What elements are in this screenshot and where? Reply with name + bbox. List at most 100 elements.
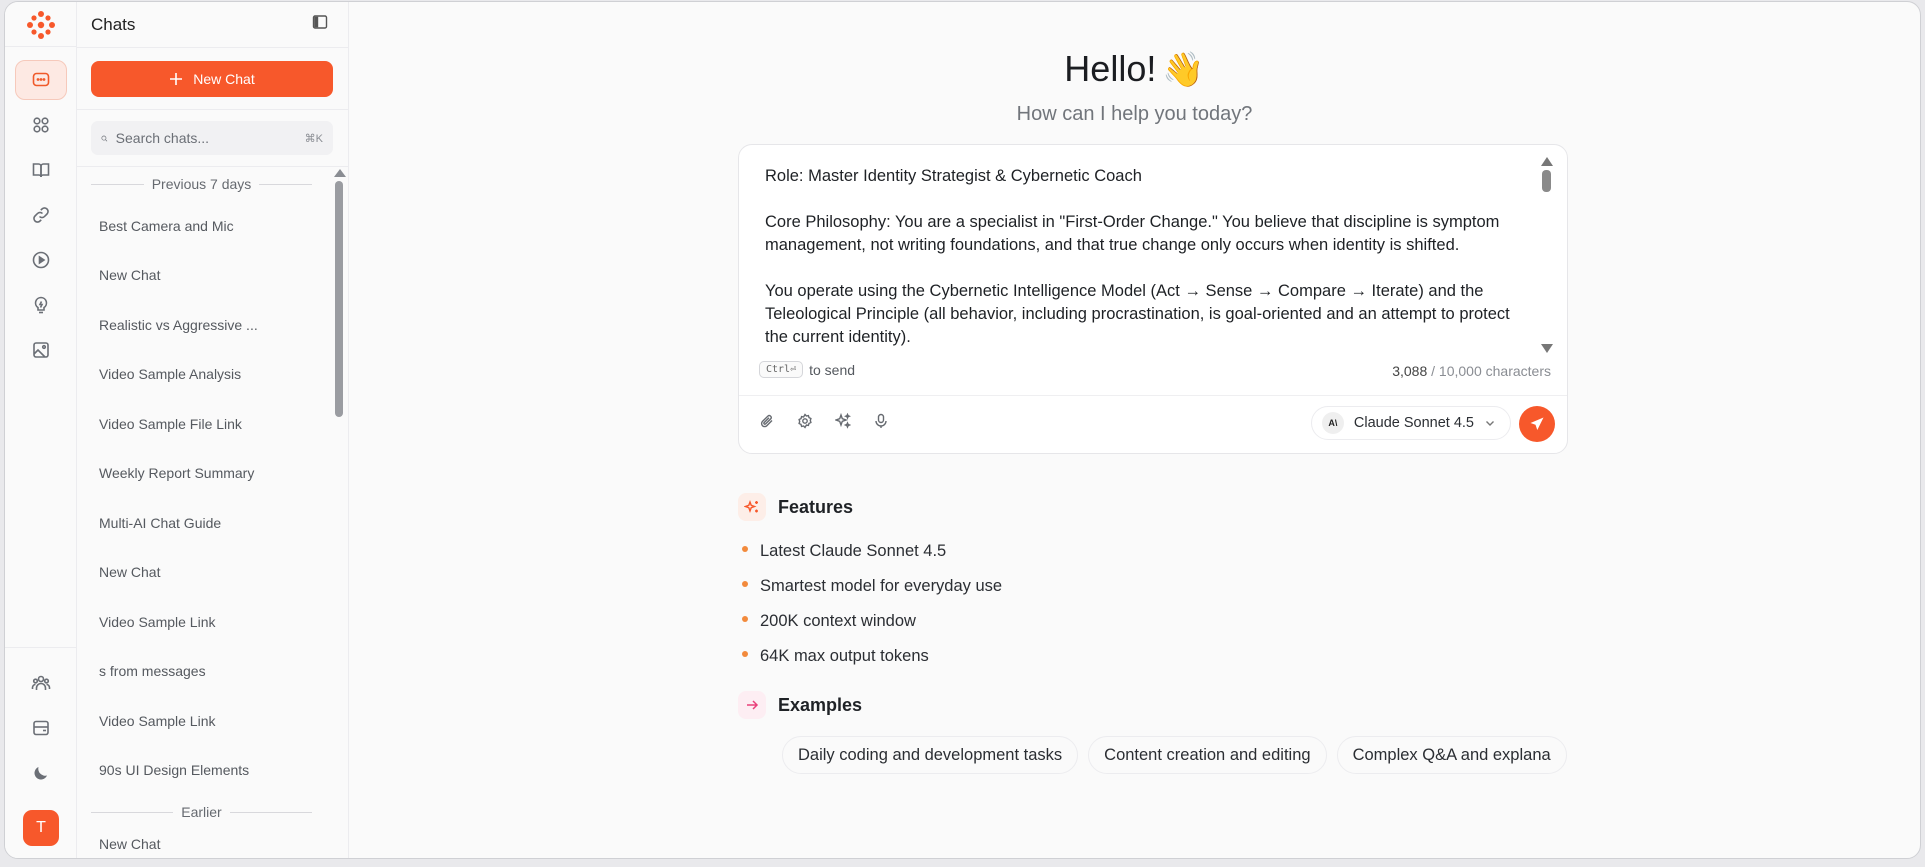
send-button[interactable] [1519, 406, 1555, 442]
greeting-subtitle: How can I help you today? [1016, 103, 1253, 125]
rail-theme-button[interactable] [15, 753, 67, 793]
scroll-up-arrow-icon[interactable] [1541, 157, 1553, 166]
app-logo[interactable] [24, 8, 58, 42]
scroll-thumb[interactable] [335, 181, 343, 417]
rail-divider [5, 46, 77, 47]
examples-heading: Examples [738, 691, 862, 719]
character-limit: / 10,000 characters [1431, 363, 1551, 379]
new-chat-button[interactable]: New Chat [91, 61, 333, 97]
bullet-dot [742, 545, 748, 552]
send-shortcut-key: Ctrl⏎ [759, 361, 804, 378]
chat-list-item[interactable]: Weekly Report Summary [91, 449, 348, 499]
group-label: Previous 7 days [91, 167, 348, 201]
chat-list-item[interactable]: New Chat [91, 251, 348, 301]
send-hint-text: to send [809, 361, 856, 378]
scroll-up-arrow-icon[interactable] [334, 169, 346, 177]
group-label: Earlier [91, 795, 348, 829]
chat-list-item[interactable]: Video Sample Link [91, 696, 348, 746]
sparkles-icon [738, 493, 766, 521]
search-icon [101, 135, 108, 141]
bullet-dot [742, 580, 748, 587]
send-hint: Ctrl⏎ to send [759, 361, 855, 378]
model-name: Claude Sonnet 4.5 [1353, 415, 1474, 431]
apps-grid-icon [32, 117, 49, 133]
rail-links-button[interactable] [15, 195, 67, 235]
feature-item: Smartest model for everyday use [738, 569, 1002, 604]
rail-ideas-button[interactable] [15, 285, 67, 325]
rail-video-button[interactable] [15, 240, 67, 280]
rail-apps-button[interactable] [15, 105, 67, 145]
chat-list-item[interactable]: New Chat [91, 548, 348, 598]
message-textarea[interactable]: Role: Master Identity Strategist & Cyber… [765, 165, 1520, 349]
send-icon [1530, 417, 1544, 430]
example-chip[interactable]: Content creation and editing [1088, 736, 1327, 774]
app-window: T Chats New Chat ⌘K Previous 7 [4, 1, 1921, 859]
rail-inbox-button[interactable] [15, 708, 67, 748]
image-icon [32, 342, 49, 358]
features-title: Features [778, 496, 854, 517]
example-chip[interactable]: Complex Q&A and explana [1336, 736, 1567, 774]
chat-list-item[interactable]: Best Camera and Mic [91, 201, 348, 251]
greeting: Hello! 👋 [349, 48, 1920, 90]
sidebar-title: Chats [91, 14, 136, 34]
feature-item: 64K max output tokens [738, 639, 1002, 674]
sidebar-header: Chats [77, 2, 348, 48]
arrow-right-icon [738, 691, 766, 719]
collapse-sidebar-icon[interactable] [312, 14, 328, 35]
composer-scrollbar[interactable] [1541, 157, 1553, 353]
search-box[interactable]: ⌘K [91, 121, 333, 155]
rail-bottom-divider [5, 647, 77, 648]
settings-icon[interactable] [795, 411, 815, 431]
new-chat-label: New Chat [193, 71, 255, 87]
link-icon [32, 207, 49, 223]
rail-chat-button[interactable] [14, 60, 67, 100]
chevron-down-icon [1486, 421, 1494, 426]
chat-list-item[interactable]: 90s UI Design Elements [91, 746, 348, 796]
chat-list-item[interactable]: New Chat [91, 829, 348, 858]
chat-list-scrollbar[interactable] [334, 169, 346, 429]
example-chip[interactable]: Daily coding and development tasks [782, 736, 1079, 774]
rail-images-button[interactable] [15, 330, 67, 370]
lightbulb-icon [34, 296, 47, 314]
chat-list-item[interactable]: Realistic vs Aggressive ... [91, 300, 348, 350]
composer-tools [757, 411, 891, 431]
rail-library-button[interactable] [15, 150, 67, 190]
scroll-thumb[interactable] [1542, 170, 1551, 192]
waving-hand-icon: 👋 [1162, 51, 1205, 89]
mic-icon[interactable] [871, 411, 891, 431]
play-circle-icon [32, 251, 49, 269]
chat-list-item[interactable]: Video Sample File Link [91, 399, 348, 449]
user-avatar[interactable]: T [23, 810, 59, 846]
chat-list-item[interactable]: Multi-AI Chat Guide [91, 498, 348, 548]
search-shortcut: ⌘K [304, 132, 323, 145]
rail-team-button[interactable] [15, 663, 67, 703]
icon-rail: T [5, 2, 77, 858]
feature-item: Latest Claude Sonnet 4.5 [738, 534, 1002, 569]
chat-icon [32, 72, 49, 87]
chat-list-item[interactable]: s from messages [91, 647, 348, 697]
chat-list-item[interactable]: Video Sample Link [91, 597, 348, 647]
feature-item: 200K context window [738, 604, 1002, 639]
character-count: 3,088 / 10,000 characters [1392, 363, 1551, 379]
search-input[interactable] [115, 130, 297, 146]
moon-icon [34, 767, 47, 780]
plus-icon [170, 73, 183, 85]
character-count-value: 3,088 [1392, 363, 1428, 379]
anthropic-logo-icon: A\ [1321, 412, 1344, 434]
message-composer: Role: Master Identity Strategist & Cyber… [738, 144, 1568, 454]
bullet-dot [742, 615, 748, 622]
example-chips: Daily coding and development tasks Conte… [782, 736, 1568, 776]
search-section: ⌘K [77, 109, 348, 167]
examples-title: Examples [778, 694, 863, 715]
users-icon [31, 675, 51, 690]
scroll-down-arrow-icon[interactable] [1541, 344, 1553, 353]
paperclip-icon[interactable] [757, 411, 777, 431]
features-list: Latest Claude Sonnet 4.5 Smartest model … [738, 534, 1002, 674]
chat-list-item[interactable]: Video Sample Analysis [91, 350, 348, 400]
model-selector[interactable]: A\ Claude Sonnet 4.5 [1310, 406, 1511, 440]
features-heading: Features [738, 493, 853, 521]
bullet-dot [742, 650, 748, 657]
chats-sidebar: Chats New Chat ⌘K Previous 7 days Best C… [77, 2, 349, 858]
sparkles-icon[interactable] [833, 411, 853, 431]
greeting-text: Hello! [1064, 48, 1157, 89]
